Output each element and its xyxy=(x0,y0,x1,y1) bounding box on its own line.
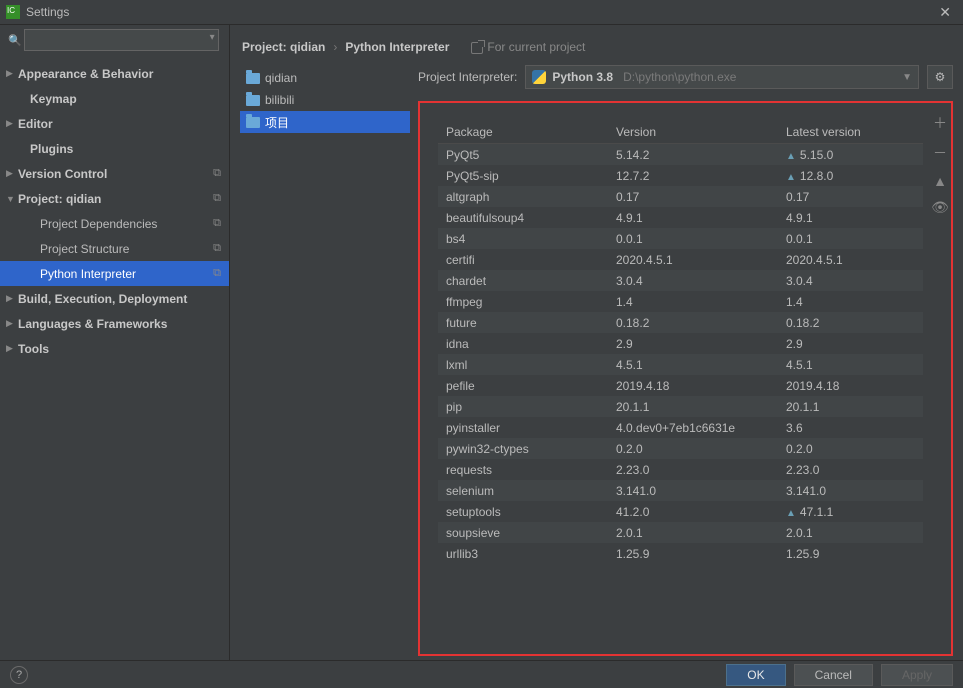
interpreter-label: Project Interpreter: xyxy=(418,70,517,84)
arrow-icon: ▶ xyxy=(6,293,18,304)
sidebar: 🔍 ▶Appearance & BehaviorKeymap▶EditorPlu… xyxy=(0,25,230,660)
table-row[interactable]: soupsieve2.0.12.0.1 xyxy=(438,522,923,543)
content-pane: Project: qidian › Python Interpreter For… xyxy=(230,25,963,660)
folder-项目[interactable]: 项目 xyxy=(240,111,410,133)
table-body: PyQt55.14.2▲5.15.0PyQt5-sip12.7.2▲12.8.0… xyxy=(438,144,923,650)
copy-icon xyxy=(471,42,483,54)
table-row[interactable]: urllib31.25.91.25.9 xyxy=(438,543,923,564)
table-row[interactable]: PyQt55.14.2▲5.15.0 xyxy=(438,144,923,165)
apply-button[interactable]: Apply xyxy=(881,664,953,686)
search-input[interactable] xyxy=(24,29,219,51)
header-version[interactable]: Version xyxy=(608,121,778,143)
copy-icon: ⧉ xyxy=(213,242,221,255)
breadcrumb-page: Python Interpreter xyxy=(345,40,449,54)
package-actions: ＋ － ▲ 👁 xyxy=(929,103,951,654)
python-icon xyxy=(532,70,546,84)
tree-item-version-control[interactable]: ▶Version Control⧉ xyxy=(0,161,229,186)
table-row[interactable]: certifi2020.4.5.12020.4.5.1 xyxy=(438,249,923,270)
tree-item-build-execution-deployment[interactable]: ▶Build, Execution, Deployment xyxy=(0,286,229,311)
tree-item-project-qidian[interactable]: ▼Project: qidian⧉ xyxy=(0,186,229,211)
breadcrumb-project: Project: qidian xyxy=(242,40,325,54)
help-icon[interactable]: ? xyxy=(10,666,28,684)
table-row[interactable]: setuptools41.2.0▲47.1.1 xyxy=(438,501,923,522)
table-row[interactable]: altgraph0.170.17 xyxy=(438,186,923,207)
upgrade-arrow-icon: ▲ xyxy=(786,172,796,183)
copy-icon: ⧉ xyxy=(213,267,221,280)
table-row[interactable]: requests2.23.02.23.0 xyxy=(438,459,923,480)
remove-package-icon[interactable]: － xyxy=(933,143,947,163)
folder-qidian[interactable]: qidian xyxy=(240,67,410,89)
breadcrumb: Project: qidian › Python Interpreter For… xyxy=(240,33,953,61)
cancel-button[interactable]: Cancel xyxy=(794,664,873,686)
interpreter-row: Project Interpreter: Python 3.8 D:\pytho… xyxy=(418,61,953,93)
arrow-icon: ▶ xyxy=(6,68,18,79)
table-row[interactable]: chardet3.0.43.0.4 xyxy=(438,270,923,291)
upgrade-arrow-icon: ▲ xyxy=(786,151,796,162)
packages-table-highlight: Package Version Latest version PyQt55.14… xyxy=(418,101,953,656)
table-row[interactable]: selenium3.141.03.141.0 xyxy=(438,480,923,501)
header-latest[interactable]: Latest version xyxy=(778,121,923,143)
tree-item-appearance-behavior[interactable]: ▶Appearance & Behavior xyxy=(0,61,229,86)
table-row[interactable]: bs40.0.10.0.1 xyxy=(438,228,923,249)
show-early-releases-icon[interactable]: 👁 xyxy=(931,199,949,216)
header-package[interactable]: Package xyxy=(438,121,608,143)
tree-item-editor[interactable]: ▶Editor xyxy=(0,111,229,136)
search-bar: 🔍 xyxy=(0,25,229,55)
folder-bilibili[interactable]: bilibili xyxy=(240,89,410,111)
chevron-down-icon: ▼ xyxy=(902,72,912,83)
settings-tree: ▶Appearance & BehaviorKeymap▶EditorPlugi… xyxy=(0,55,229,361)
copy-icon: ⧉ xyxy=(213,167,221,180)
interpreter-dropdown[interactable]: Python 3.8 D:\python\python.exe ▼ xyxy=(525,65,919,89)
table-row[interactable]: pefile2019.4.182019.4.18 xyxy=(438,375,923,396)
interpreter-name: Python 3.8 xyxy=(552,70,613,84)
table-row[interactable]: idna2.92.9 xyxy=(438,333,923,354)
tree-item-languages-frameworks[interactable]: ▶Languages & Frameworks xyxy=(0,311,229,336)
folder-icon xyxy=(246,95,260,106)
tree-item-tools[interactable]: ▶Tools xyxy=(0,336,229,361)
table-row[interactable]: pyinstaller4.0.dev0+7eb1c6631e3.6 xyxy=(438,417,923,438)
gear-icon[interactable]: ⚙ xyxy=(927,65,953,89)
tree-item-keymap[interactable]: Keymap xyxy=(0,86,229,111)
tree-item-project-dependencies[interactable]: Project Dependencies⧉ xyxy=(0,211,229,236)
project-folder-list: qidianbilibili项目 xyxy=(240,61,410,656)
folder-icon xyxy=(246,73,260,84)
table-row[interactable]: ffmpeg1.41.4 xyxy=(438,291,923,312)
tree-item-python-interpreter[interactable]: Python Interpreter⧉ xyxy=(0,261,229,286)
table-row[interactable]: future0.18.20.18.2 xyxy=(438,312,923,333)
interpreter-pane: Project Interpreter: Python 3.8 D:\pytho… xyxy=(418,61,953,656)
search-icon: 🔍 xyxy=(8,35,22,47)
table-row[interactable]: beautifulsoup44.9.14.9.1 xyxy=(438,207,923,228)
arrow-icon: ▶ xyxy=(6,168,18,179)
table-row[interactable]: pywin32-ctypes0.2.00.2.0 xyxy=(438,438,923,459)
footer: ? OK Cancel Apply xyxy=(0,660,963,688)
table-row[interactable]: PyQt5-sip12.7.2▲12.8.0 xyxy=(438,165,923,186)
packages-table: Package Version Latest version PyQt55.14… xyxy=(420,103,929,654)
scope-note: For current project xyxy=(471,40,585,54)
folder-icon xyxy=(246,117,260,128)
upgrade-package-icon[interactable]: ▲ xyxy=(933,173,947,189)
table-row[interactable]: pip20.1.120.1.1 xyxy=(438,396,923,417)
tree-item-plugins[interactable]: Plugins xyxy=(0,136,229,161)
upgrade-arrow-icon: ▲ xyxy=(786,508,796,519)
copy-icon: ⧉ xyxy=(213,217,221,230)
app-logo-icon xyxy=(6,5,20,19)
arrow-icon: ▶ xyxy=(6,343,18,354)
chevron-right-icon: › xyxy=(333,40,337,54)
ok-button[interactable]: OK xyxy=(726,664,785,686)
titlebar: Settings ✕ xyxy=(0,0,963,25)
interpreter-path: D:\python\python.exe xyxy=(623,70,736,84)
arrow-icon: ▶ xyxy=(6,118,18,129)
table-row[interactable]: lxml4.5.14.5.1 xyxy=(438,354,923,375)
copy-icon: ⧉ xyxy=(213,192,221,205)
close-icon[interactable]: ✕ xyxy=(933,2,957,23)
arrow-icon: ▶ xyxy=(6,318,18,329)
add-package-icon[interactable]: ＋ xyxy=(933,113,947,133)
arrow-icon: ▼ xyxy=(6,194,18,204)
tree-item-project-structure[interactable]: Project Structure⧉ xyxy=(0,236,229,261)
table-header: Package Version Latest version xyxy=(438,121,923,144)
window-title: Settings xyxy=(26,5,933,19)
